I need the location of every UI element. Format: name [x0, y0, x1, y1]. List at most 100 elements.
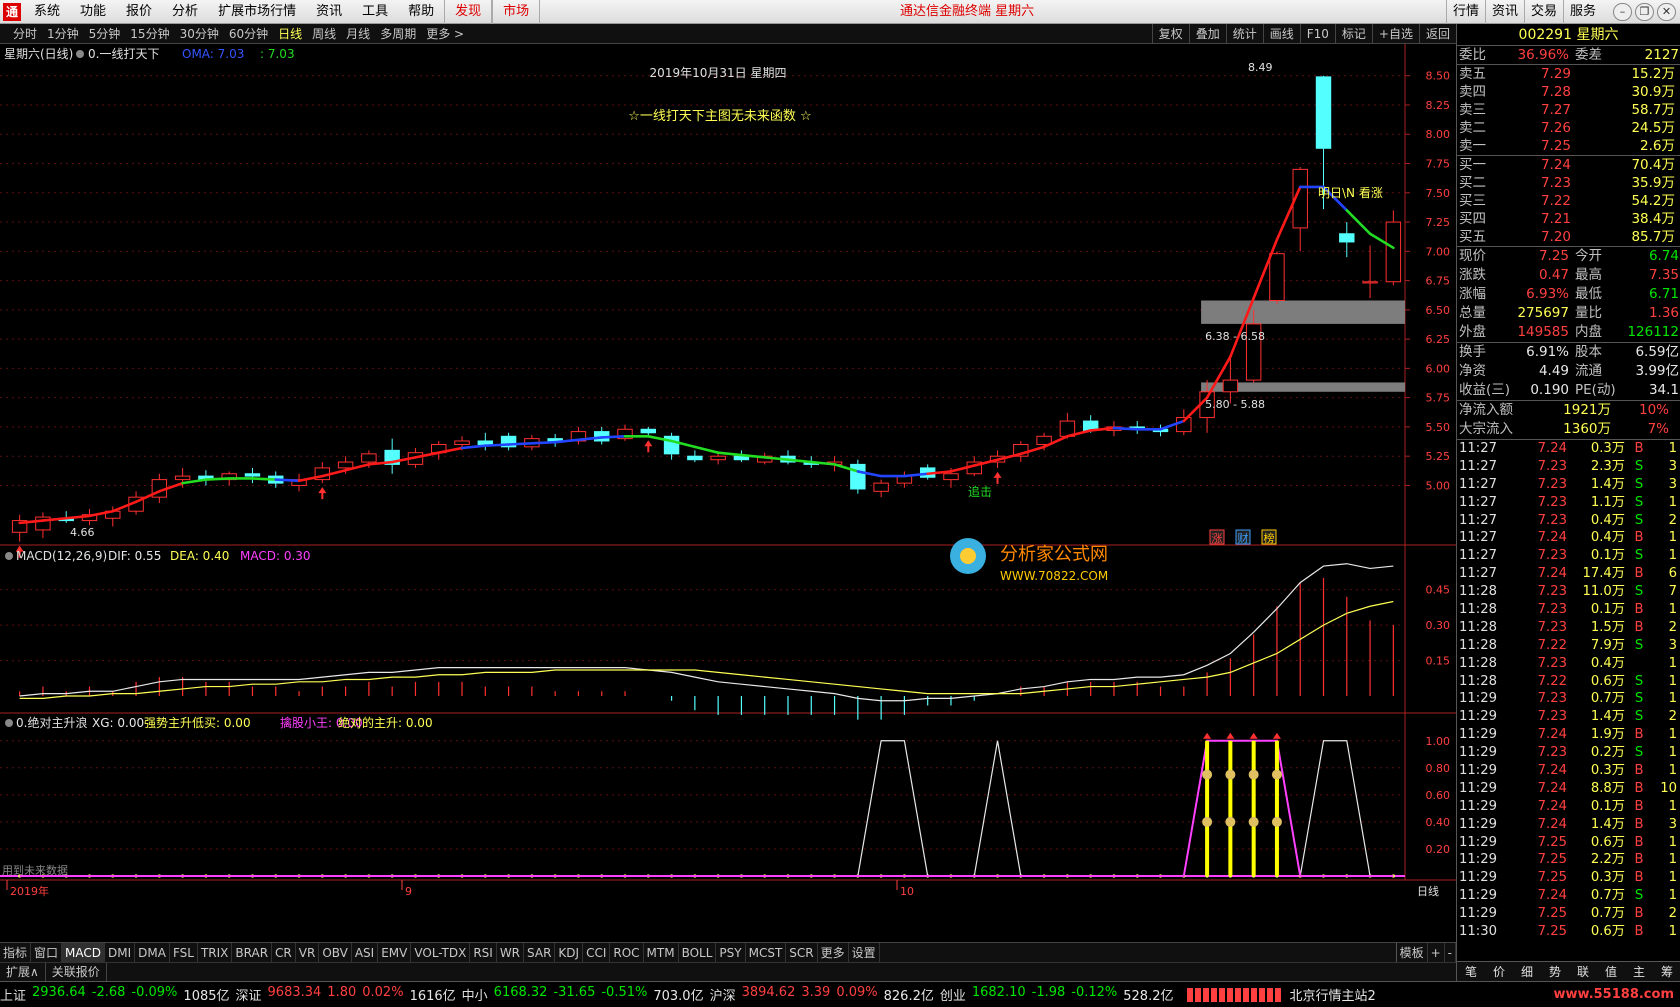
indicator-tab-8[interactable]: CR [272, 943, 296, 962]
index-3[interactable]: 沪深 3894.62 3.39 0.09% 826.2亿 [710, 985, 934, 1004]
oma-segment [204, 477, 231, 481]
indicator-tab-3[interactable]: DMI [105, 943, 136, 962]
index-4[interactable]: 创业 1682.10 -1.98 -0.12% 528.2亿 [940, 985, 1174, 1004]
quote-tab-3[interactable]: 势 [1541, 962, 1569, 981]
indicator-tab-1[interactable]: 窗口 [31, 943, 63, 962]
period-3[interactable]: 15分钟 [125, 24, 174, 44]
menu-analysis[interactable]: 分析 [162, 0, 208, 24]
period-0[interactable]: 分时 [8, 24, 42, 44]
indicator-tab-26[interactable]: 设置 [849, 943, 880, 962]
indicator-tab-25[interactable]: 更多 [818, 943, 849, 962]
indicator-tab-9[interactable]: VR [296, 943, 320, 962]
indicator-tab-12[interactable]: EMV [378, 943, 412, 962]
tool-5[interactable]: 标记 [1334, 24, 1372, 44]
indicator-tab-18[interactable]: CCI [583, 943, 611, 962]
menu-news[interactable]: 资讯 [306, 0, 352, 24]
indicator-tab-15[interactable]: WR [497, 943, 525, 962]
period-8[interactable]: 月线 [341, 24, 375, 44]
quote-tab-4[interactable]: 联 [1569, 962, 1597, 981]
period-2[interactable]: 5分钟 [84, 24, 126, 44]
indicator-tab-4[interactable]: DMA [135, 943, 170, 962]
sells-level-0[interactable]: 卖五 7.29 15.2万 [1457, 65, 1680, 83]
quote-tab-6[interactable]: 主 [1625, 962, 1653, 981]
period-5[interactable]: 60分钟 [224, 24, 273, 44]
indicator-tab-17[interactable]: KDJ [555, 943, 584, 962]
buys-level-2[interactable]: 买三 7.22 54.2万 [1457, 192, 1680, 210]
quote-tab-1[interactable]: 价 [1485, 962, 1513, 981]
indicator-tab-22[interactable]: PSY [716, 943, 746, 962]
sells-level-2[interactable]: 卖三 7.27 58.7万 [1457, 101, 1680, 119]
period-6[interactable]: 日线 [273, 24, 307, 44]
quote-tab-2[interactable]: 细 [1513, 962, 1541, 981]
tool-7[interactable]: 返回 [1418, 24, 1456, 44]
indicator-tab-2[interactable]: MACD [62, 943, 106, 962]
menu-system[interactable]: 系统 [24, 0, 70, 24]
indicator-tab-14[interactable]: RSI [470, 943, 497, 962]
tool-1[interactable]: 叠加 [1188, 24, 1226, 44]
indicator-tab-6[interactable]: TRIX [198, 943, 233, 962]
indicator-tab-19[interactable]: ROC [610, 943, 644, 962]
stock-header[interactable]: 002291 星期六 [1457, 24, 1680, 46]
buys-level-4[interactable]: 买五 7.20 85.7万 [1457, 228, 1680, 246]
index-1[interactable]: 深证 9683.34 1.80 0.02% 1616亿 [236, 985, 456, 1004]
tab-trade[interactable]: 交易 [1523, 0, 1563, 24]
tool-0[interactable]: 复权 [1151, 24, 1189, 44]
tool-3[interactable]: 画线 [1262, 24, 1300, 44]
menu-help[interactable]: 帮助 [398, 0, 444, 24]
sells-level-4[interactable]: 卖一 7.25 2.6万 [1457, 137, 1680, 155]
indicator-tab-13[interactable]: VOL-TDX [411, 943, 471, 962]
menu-quote[interactable]: 报价 [116, 0, 162, 24]
quote-tab-7[interactable]: 筹 [1653, 962, 1680, 981]
buys-level-1[interactable]: 买二 7.23 35.9万 [1457, 174, 1680, 192]
indicator-tab-0[interactable]: 指标 [0, 943, 32, 962]
tab-quotes[interactable]: 行情 [1445, 0, 1485, 24]
period-10[interactable]: 更多 > [421, 24, 469, 44]
info-tag-label: 财 [1238, 531, 1249, 545]
indicator-tab-23[interactable]: MCST [746, 943, 787, 962]
minimize-icon[interactable]: – [1613, 3, 1632, 21]
indicator-tab-20[interactable]: MTM [644, 943, 679, 962]
indicator-tab-11[interactable]: ASI [352, 943, 379, 962]
sells-level-3[interactable]: 卖二 7.26 24.5万 [1457, 119, 1680, 137]
tab-service[interactable]: 服务 [1562, 0, 1602, 24]
chart-canvas[interactable]: 8.50 8.25 8.00 7.75 7.50 7.25 7.00 6.75 6.50 6.25… [0, 44, 1456, 942]
tool-2[interactable]: 统计 [1225, 24, 1263, 44]
tool-6[interactable]: +自选 [1371, 24, 1419, 44]
sells-level-1[interactable]: 卖四 7.28 30.9万 [1457, 83, 1680, 101]
index-2[interactable]: 中小 6168.32 -31.65 -0.51% 703.0亿 [462, 985, 704, 1004]
period-4[interactable]: 30分钟 [175, 24, 224, 44]
restore-icon[interactable]: ❐ [1635, 3, 1654, 21]
menu-function[interactable]: 功能 [70, 0, 116, 24]
tool-4[interactable]: F10 [1299, 24, 1335, 44]
indicator-tab-21[interactable]: BOLL [679, 943, 717, 962]
related-quotes-tab[interactable]: 关联报价 [46, 963, 107, 981]
tick-row: 11:29 7.25 0.6万 B 1 [1459, 834, 1677, 850]
menu-market[interactable]: 市场 [492, 0, 541, 24]
indicator-tab-5[interactable]: FSL [170, 943, 198, 962]
period-9[interactable]: 多周期 [375, 24, 421, 44]
indicator-tab-7[interactable]: BRAR [232, 943, 273, 962]
menu-ext-market[interactable]: 扩展市场行情 [208, 0, 306, 24]
period-7[interactable]: 周线 [307, 24, 341, 44]
index-0[interactable]: 上证 2936.64 -2.68 -0.09% 1085亿 [0, 985, 230, 1004]
template-tab-2[interactable]: - [1445, 943, 1456, 962]
kline-chart[interactable]: 8.50 8.25 8.00 7.75 7.50 7.25 7.00 6.75 6.50 6.25… [0, 44, 1456, 942]
expand-button[interactable]: 扩展∧ [0, 963, 46, 981]
close-icon[interactable]: ✕ [1657, 3, 1676, 21]
indicator-tab-10[interactable]: OBV [319, 943, 352, 962]
buys-level-3[interactable]: 买四 7.21 38.4万 [1457, 210, 1680, 228]
oma-line [15, 185, 1395, 558]
period-1[interactable]: 1分钟 [42, 24, 84, 44]
template-tab-1[interactable]: + [1428, 943, 1445, 962]
indicator-tab-16[interactable]: SAR [524, 943, 556, 962]
tick-list[interactable]: 11:27 7.24 0.3万 B 1 11:27 7.23 2.3万 S 3 11:27 7.23 1… [1457, 439, 1680, 941]
tab-info[interactable]: 资讯 [1484, 0, 1524, 24]
quote-tab-5[interactable]: 值 [1597, 962, 1625, 981]
buys-level-0[interactable]: 买一 7.24 70.4万 [1457, 156, 1680, 174]
template-tab-0[interactable]: 模板 [1395, 943, 1428, 962]
quote-tab-0[interactable]: 笔 [1457, 962, 1485, 981]
indicator-tab-24[interactable]: SCR [786, 943, 818, 962]
status-bar: 上证 2936.64 -2.68 -0.09% 1085亿 深证 9683.34 1.80 0.… [0, 981, 1680, 1007]
menu-tools[interactable]: 工具 [352, 0, 398, 24]
menu-discover[interactable]: 发现 [444, 0, 493, 24]
